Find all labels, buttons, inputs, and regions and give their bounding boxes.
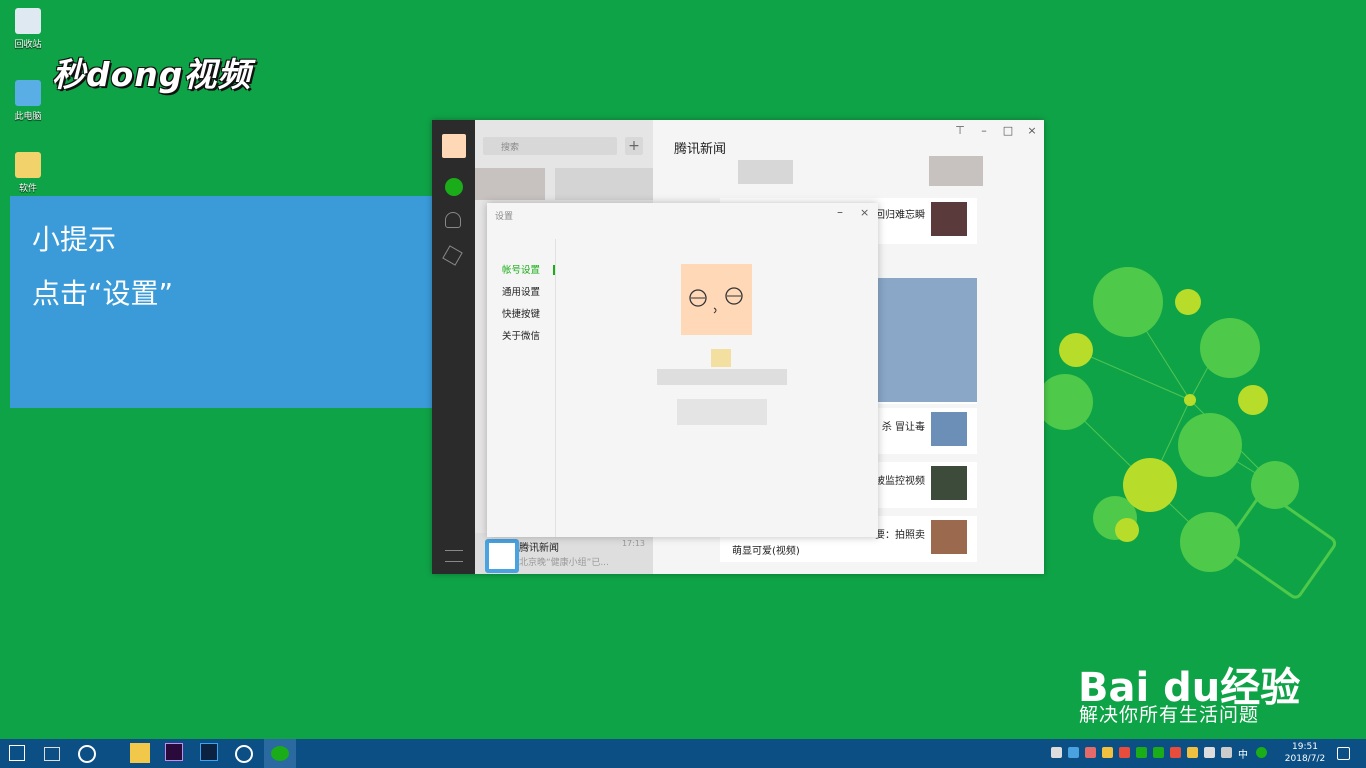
recycle-bin-icon bbox=[15, 8, 41, 34]
news-image bbox=[931, 412, 967, 446]
file-explorer-icon[interactable] bbox=[130, 743, 150, 763]
profile-avatar bbox=[681, 264, 752, 335]
add-button[interactable]: + bbox=[625, 137, 643, 155]
desktop-icon-label: 此电脑 bbox=[14, 112, 42, 122]
close-button[interactable]: × bbox=[1025, 124, 1039, 137]
news-text: 要：拍照卖 bbox=[875, 530, 925, 541]
chat-time: 17:13 bbox=[621, 539, 645, 548]
news-text: 萌显可爱(视频) bbox=[732, 546, 800, 557]
tray-icon[interactable] bbox=[1170, 747, 1181, 758]
news-image bbox=[877, 278, 977, 402]
wechat-sidebar bbox=[432, 120, 475, 574]
active-indicator bbox=[553, 265, 555, 275]
blurred-item bbox=[555, 168, 653, 200]
baidu-slogan: 解决你所有生活问题 bbox=[1079, 704, 1260, 726]
tip-panel: 小提示 点击“设置” bbox=[10, 196, 438, 408]
blurred-item bbox=[677, 399, 767, 425]
clock[interactable]: 19:51 2018/7/2 bbox=[1283, 741, 1327, 765]
browser-icon[interactable] bbox=[235, 745, 253, 763]
maximize-button[interactable]: □ bbox=[1001, 124, 1015, 137]
settings-nav: 帐号设置 通用设置 快捷按键 关于微信 bbox=[487, 239, 556, 537]
news-text: 回归难忘瞬 bbox=[875, 210, 925, 221]
desktop-icon-label: 软件 bbox=[18, 184, 37, 194]
desktop-icon-label: 回收站 bbox=[14, 40, 42, 50]
folder-icon bbox=[15, 152, 41, 178]
minimize-button[interactable]: – bbox=[977, 124, 991, 137]
minimize-button[interactable]: – bbox=[837, 205, 843, 219]
chat-title: 腾讯新闻 bbox=[674, 142, 727, 157]
video-watermark: 秒dong视频 bbox=[52, 55, 252, 94]
desktop-icon-software[interactable]: 软件 bbox=[8, 152, 48, 194]
avatar[interactable] bbox=[442, 134, 466, 158]
premiere-icon[interactable] bbox=[165, 743, 183, 761]
contacts-icon[interactable] bbox=[445, 212, 461, 228]
collection-icon[interactable] bbox=[442, 245, 463, 266]
windows-start-icon[interactable] bbox=[9, 745, 25, 761]
settings-dialog: 设置 – × 帐号设置 通用设置 快捷按键 关于微信 bbox=[487, 203, 878, 537]
nav-shortcuts[interactable]: 快捷按键 bbox=[502, 306, 540, 320]
news-image bbox=[931, 202, 967, 236]
tip-title: 小提示 bbox=[32, 223, 117, 256]
close-button[interactable]: × bbox=[860, 206, 869, 219]
tip-text: 点击“设置” bbox=[32, 277, 174, 310]
dialog-title: 设置 bbox=[495, 212, 514, 222]
tray-icon[interactable] bbox=[1256, 747, 1267, 758]
computer-icon bbox=[15, 80, 41, 106]
tray-icon[interactable] bbox=[1187, 747, 1198, 758]
volume-icon[interactable] bbox=[1221, 747, 1232, 758]
pin-button[interactable]: ⊤ bbox=[953, 124, 967, 137]
notification-icon[interactable] bbox=[1337, 747, 1350, 760]
blurred-item bbox=[929, 156, 983, 186]
blurred-item bbox=[711, 349, 731, 367]
tray-icon[interactable] bbox=[1085, 747, 1096, 758]
blurred-item bbox=[657, 369, 787, 385]
nav-about[interactable]: 关于微信 bbox=[502, 328, 540, 342]
background-art bbox=[1040, 267, 1337, 599]
tray-icon[interactable] bbox=[1102, 747, 1113, 758]
nav-general-settings[interactable]: 通用设置 bbox=[502, 284, 540, 298]
app-icon[interactable] bbox=[78, 745, 96, 763]
wechat-icon bbox=[271, 746, 289, 761]
news-text: 被监控视频 bbox=[875, 476, 925, 487]
tray-icon[interactable] bbox=[1119, 747, 1130, 758]
blurred-item bbox=[475, 168, 545, 200]
chat-item-tencent-news[interactable]: 腾讯新闻 17:13 北京晚“健康小组”已... bbox=[475, 533, 653, 574]
chat-name: 腾讯新闻 bbox=[519, 543, 559, 554]
search-input[interactable]: 搜索 bbox=[483, 137, 617, 155]
news-text: 杀 冒让毒 bbox=[881, 422, 925, 433]
photoshop-icon[interactable] bbox=[200, 743, 218, 761]
taskbar: 中 19:51 2018/7/2 bbox=[0, 739, 1366, 768]
network-icon[interactable] bbox=[1204, 747, 1215, 758]
desktop-icon-computer[interactable]: 此电脑 bbox=[8, 80, 48, 122]
tencent-news-icon bbox=[485, 539, 519, 573]
chat-icon[interactable] bbox=[445, 178, 463, 196]
news-image bbox=[931, 520, 967, 554]
menu-icon[interactable] bbox=[445, 550, 463, 562]
chat-preview: 北京晚“健康小组”已... bbox=[519, 558, 609, 568]
tray-icon[interactable] bbox=[1051, 747, 1062, 758]
blurred-item bbox=[738, 160, 793, 184]
nav-account-settings[interactable]: 帐号设置 bbox=[502, 262, 540, 276]
desktop-icon-recycle-bin[interactable]: 回收站 bbox=[8, 8, 48, 50]
tray-icon[interactable] bbox=[1136, 747, 1147, 758]
clock-time: 19:51 bbox=[1292, 742, 1318, 752]
wechat-taskbar-button[interactable] bbox=[264, 739, 296, 768]
task-view-icon[interactable] bbox=[44, 747, 60, 761]
ime-indicator[interactable]: 中 bbox=[1238, 746, 1248, 761]
search-placeholder: 搜索 bbox=[501, 143, 520, 153]
tray-icon[interactable] bbox=[1068, 747, 1079, 758]
news-image bbox=[931, 466, 967, 500]
tray-icon[interactable] bbox=[1153, 747, 1164, 758]
clock-date: 2018/7/2 bbox=[1284, 754, 1326, 764]
